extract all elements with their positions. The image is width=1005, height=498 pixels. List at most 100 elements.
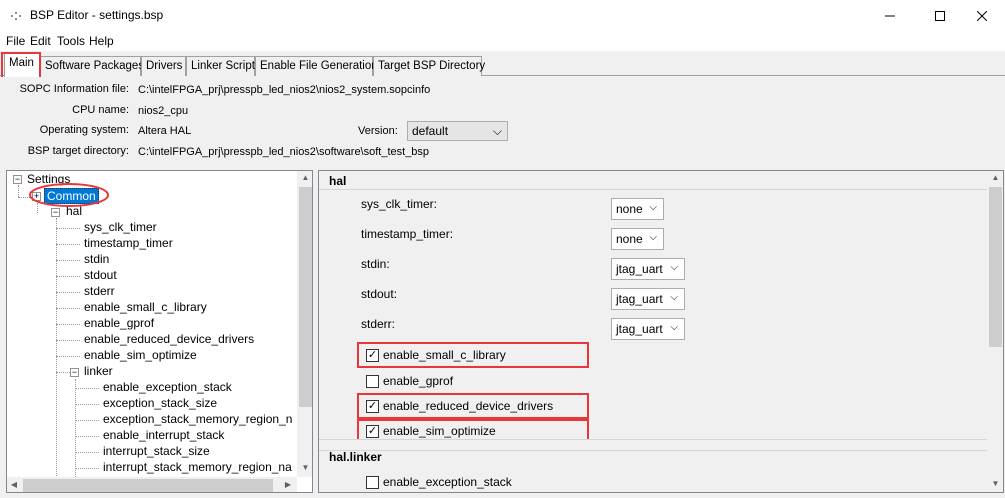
tree-connector xyxy=(56,228,80,229)
tree-node-stderr[interactable]: stderr xyxy=(84,284,115,298)
tree-node-sys-clk-timer[interactable]: sys_clk_timer xyxy=(84,220,157,234)
tab-linker-script[interactable]: Linker Script xyxy=(186,56,255,76)
tree-connector xyxy=(75,388,99,389)
tab-target-bsp-directory[interactable]: Target BSP Directory xyxy=(373,56,485,76)
setting-label-stderr: stderr: xyxy=(361,317,396,331)
chevron-down-icon: ⌵ xyxy=(670,292,678,303)
setting-label-stdin: stdin: xyxy=(361,257,390,271)
tree-node-timestamp-timer[interactable]: timestamp_timer xyxy=(84,236,173,250)
tree-horizontal-scrollbar[interactable]: ◀ ▶ xyxy=(7,477,297,492)
window-title: BSP Editor - settings.bsp xyxy=(30,8,164,22)
tab-drivers[interactable]: Drivers xyxy=(141,56,186,76)
section-header-hal-linker: hal.linker xyxy=(329,450,382,464)
maximize-button[interactable] xyxy=(917,0,963,31)
collapse-icon[interactable]: − xyxy=(13,175,22,184)
tree-node-enable-reduced-device-drivers[interactable]: enable_reduced_device_drivers xyxy=(84,332,254,346)
select-value: none xyxy=(616,202,643,216)
setting-label-sys-clk-timer: sys_clk_timer: xyxy=(361,197,438,211)
chevron-down-icon: ⌵ xyxy=(670,322,678,333)
enable-exception-stack-label[interactable]: enable_exception_stack xyxy=(383,475,512,489)
enable-reduced-device-drivers-checkbox[interactable]: ✓ xyxy=(366,400,379,413)
scrollbar-thumb[interactable] xyxy=(23,479,273,492)
tree-node-exception-stack-memory-region-n[interactable]: exception_stack_memory_region_n xyxy=(103,412,292,426)
enable-reduced-device-drivers-label[interactable]: enable_reduced_device_drivers xyxy=(383,399,553,413)
check-icon: ✓ xyxy=(367,400,378,412)
check-icon: ✓ xyxy=(367,425,378,437)
scroll-up-icon[interactable]: ▲ xyxy=(297,173,312,182)
stdin-select[interactable]: jtag_uart ⌵ xyxy=(611,258,685,280)
scroll-up-icon[interactable]: ▲ xyxy=(987,173,1003,182)
enable-exception-stack-checkbox[interactable] xyxy=(366,476,379,489)
app-icon xyxy=(11,12,21,20)
cpu-name-value: nios2_cpu xyxy=(138,105,189,117)
menu-bar: File Edit Tools Help xyxy=(0,31,1005,51)
enable-small-c-library-checkbox[interactable]: ✓ xyxy=(366,349,379,362)
bsp-dir-value: C:\intelFPGA_prj\presspb_led_nios2\softw… xyxy=(138,146,430,158)
minimize-icon xyxy=(885,15,895,16)
scrollbar-thumb[interactable] xyxy=(299,187,312,407)
tree-node-enable-exception-stack[interactable]: enable_exception_stack xyxy=(103,380,232,394)
sys-clk-timer-select[interactable]: none ⌵ xyxy=(611,198,664,220)
title-bar: BSP Editor - settings.bsp xyxy=(0,0,1005,31)
stderr-select[interactable]: jtag_uart ⌵ xyxy=(611,318,685,340)
tree-node-enable-small-c-library[interactable]: enable_small_c_library xyxy=(84,300,207,314)
tree-node-interrupt-stack-size[interactable]: interrupt_stack_size xyxy=(103,444,210,458)
scrollbar-thumb[interactable] xyxy=(989,187,1002,347)
sopc-info-label: SOPC Information file: xyxy=(19,83,129,95)
sopc-info-value: C:\intelFPGA_prj\presspb_led_nios2\nios2… xyxy=(138,84,431,96)
enable-sim-optimize-checkbox[interactable]: ✓ xyxy=(366,425,379,438)
chevron-down-icon: ⌵ xyxy=(492,124,502,138)
stdout-select[interactable]: jtag_uart ⌵ xyxy=(611,288,685,310)
tree-connector xyxy=(56,356,80,357)
tree-connector xyxy=(75,420,99,421)
cpu-name-label: CPU name: xyxy=(72,104,129,116)
scroll-right-icon[interactable]: ▶ xyxy=(281,480,295,489)
tab-software-packages[interactable]: Software Packages xyxy=(40,56,144,76)
enable-gprof-label[interactable]: enable_gprof xyxy=(383,374,453,388)
enable-gprof-checkbox[interactable] xyxy=(366,375,379,388)
version-label: Version: xyxy=(358,125,398,137)
tree-node-linker[interactable]: linker xyxy=(84,364,113,378)
maximize-icon xyxy=(935,10,945,21)
settings-vertical-scrollbar[interactable]: ▲ ▼ xyxy=(987,171,1003,492)
scroll-down-icon[interactable]: ▼ xyxy=(297,463,312,472)
os-value: Altera HAL xyxy=(138,125,192,137)
tab-enable-file-generation[interactable]: Enable File Generation xyxy=(255,56,378,76)
select-value: jtag_uart xyxy=(616,292,663,306)
select-value: jtag_uart xyxy=(616,322,663,336)
tree-connector xyxy=(75,404,99,405)
tree-connector xyxy=(56,324,80,325)
bsp-info-panel: SOPC Information file: C:\intelFPGA_prj\… xyxy=(0,77,1005,164)
enable-small-c-library-label[interactable]: enable_small_c_library xyxy=(383,348,506,362)
collapse-icon[interactable]: − xyxy=(51,208,60,217)
tree-node-exception-stack-size[interactable]: exception_stack_size xyxy=(103,396,217,410)
menu-edit[interactable]: Edit xyxy=(30,34,51,48)
tree-node-enable-sim-optimize[interactable]: enable_sim_optimize xyxy=(84,348,197,362)
menu-tools[interactable]: Tools xyxy=(57,34,85,48)
tree-connector xyxy=(56,244,80,245)
scroll-down-icon[interactable]: ▼ xyxy=(987,479,1003,488)
timestamp-timer-select[interactable]: none ⌵ xyxy=(611,228,664,250)
tree-node-enable-gprof[interactable]: enable_gprof xyxy=(84,316,154,330)
tree-node-stdin[interactable]: stdin xyxy=(84,252,109,266)
tree-connector xyxy=(18,185,19,197)
minimize-button[interactable] xyxy=(867,0,913,31)
os-label: Operating system: xyxy=(39,124,129,136)
enable-sim-optimize-label[interactable]: enable_sim_optimize xyxy=(383,424,496,438)
tree-node-stdout[interactable]: stdout xyxy=(84,268,117,282)
scroll-left-icon[interactable]: ◀ xyxy=(7,480,21,489)
menu-file[interactable]: File xyxy=(6,34,25,48)
version-select[interactable]: default ⌵ xyxy=(407,121,508,141)
menu-help[interactable]: Help xyxy=(89,34,114,48)
common-highlight-ellipse xyxy=(29,183,109,207)
settings-tree[interactable]: − Settings + Common − hal sys_clk_timer t… xyxy=(6,170,313,493)
collapse-icon[interactable]: − xyxy=(70,368,79,377)
section-header-hal: hal xyxy=(329,174,347,188)
close-button[interactable] xyxy=(959,0,1005,31)
tree-connector xyxy=(56,276,80,277)
tree-node-enable-interrupt-stack[interactable]: enable_interrupt_stack xyxy=(103,428,224,442)
tree-vertical-scrollbar[interactable]: ▲ ▼ xyxy=(297,171,312,477)
tree-node-interrupt-stack-memory-region-na[interactable]: interrupt_stack_memory_region_na xyxy=(103,460,292,474)
tab-main[interactable]: Main xyxy=(4,53,40,77)
version-value: default xyxy=(412,124,449,138)
